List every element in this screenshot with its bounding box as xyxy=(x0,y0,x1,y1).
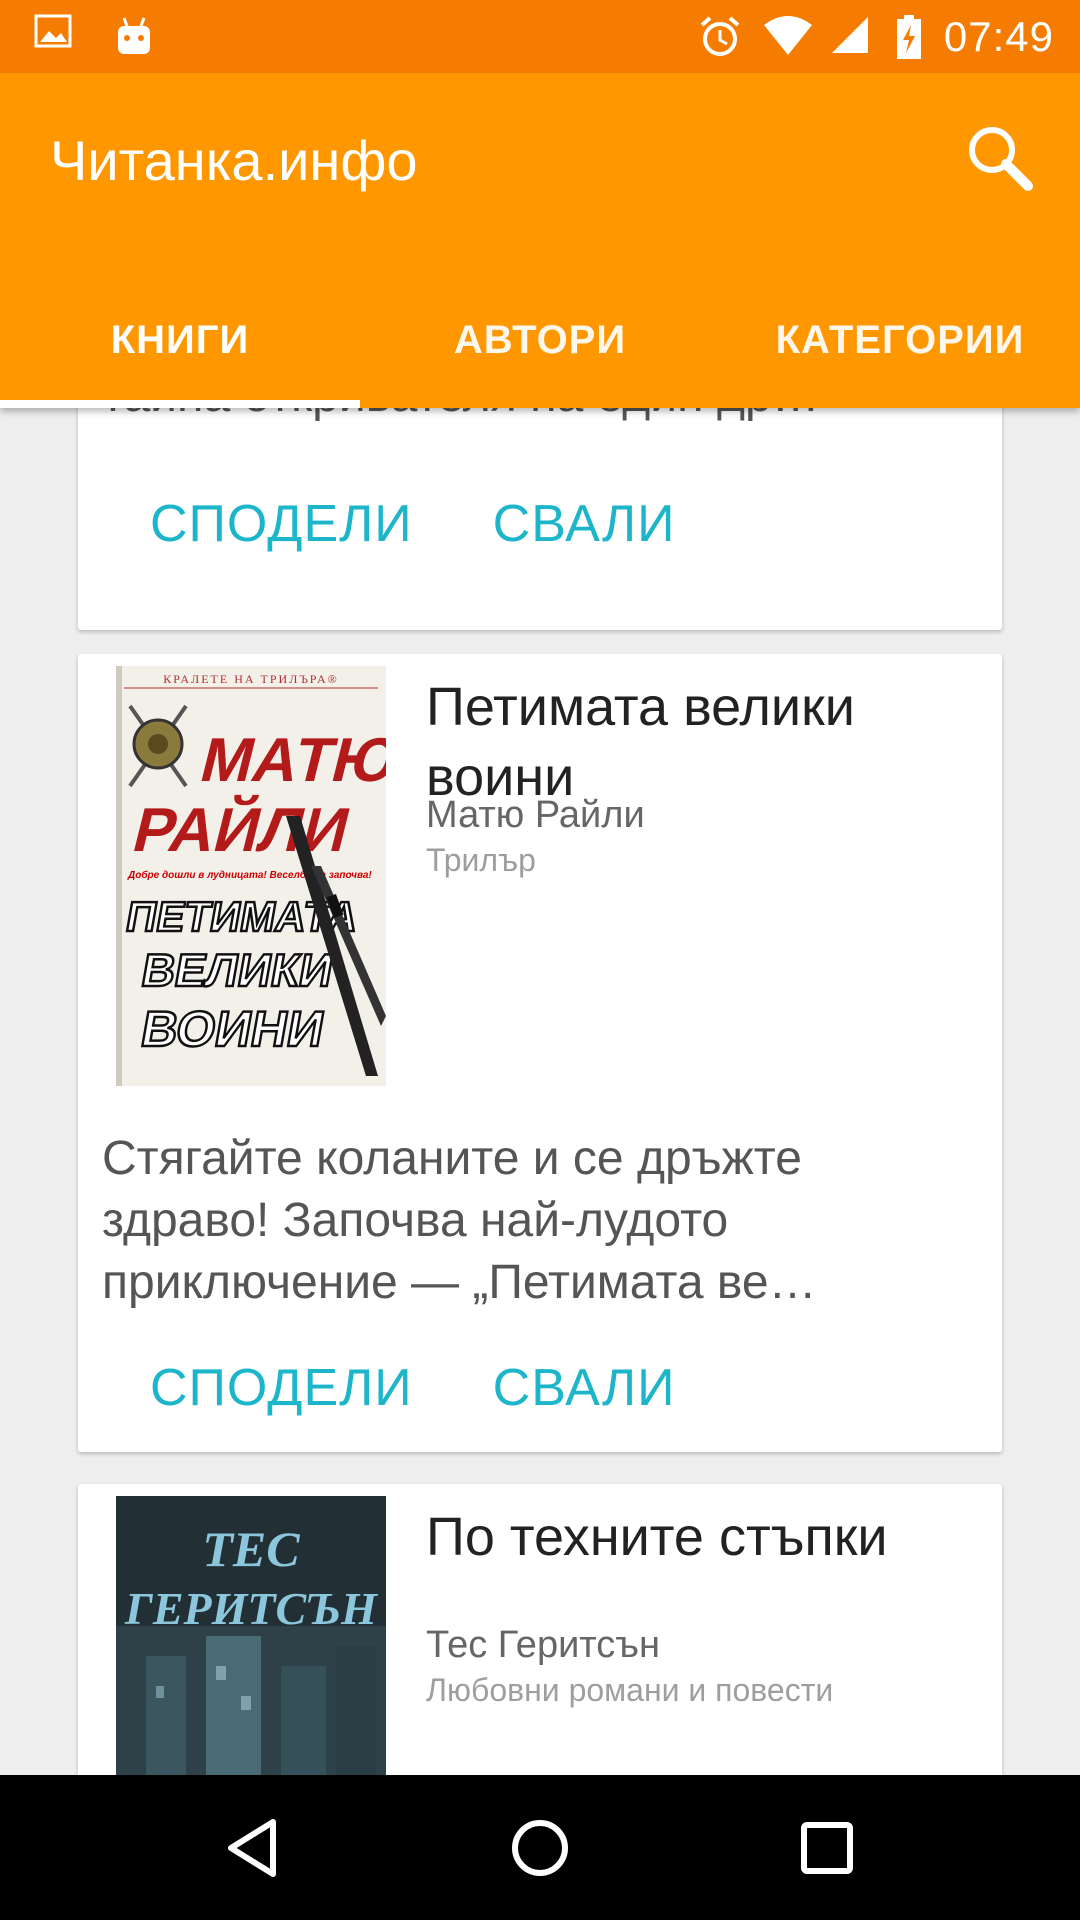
book-card[interactable]: тайна откривателя на един др… СПОДЕЛИ СВ… xyxy=(78,408,1002,630)
navigation-bar xyxy=(0,1775,1080,1920)
status-time: 07:49 xyxy=(943,13,1054,60)
signal-icon xyxy=(830,15,874,59)
tab-books[interactable]: КНИГИ xyxy=(0,273,360,408)
recents-button[interactable] xyxy=(787,1808,867,1888)
cover-author-line2: ГЕРИТСЪН xyxy=(124,1583,378,1634)
book-author: Матю Райли xyxy=(426,794,645,836)
tab-authors[interactable]: АВТОРИ xyxy=(360,273,720,408)
recents-icon xyxy=(800,1821,853,1874)
tab-books-label: КНИГИ xyxy=(110,318,250,362)
alarm-icon xyxy=(698,15,742,59)
tab-authors-label: АВТОРИ xyxy=(453,318,627,362)
cover-title-line2: ВЕЛИКИ xyxy=(138,944,337,996)
book-cover[interactable]: КРАЛЕТЕ НА ТРИЛЪРА® МАТЮ РАЙЛИ Добре дош… xyxy=(116,666,386,1086)
tab-indicator xyxy=(0,400,360,408)
book-title: Петимата велики воини xyxy=(426,677,855,807)
back-icon xyxy=(228,1818,277,1877)
home-button[interactable] xyxy=(500,1808,580,1888)
wifi-icon xyxy=(763,15,812,59)
app-bar: Читанка.инфо КНИГИ АВТОРИ КАТЕГОРИИ xyxy=(0,73,1080,408)
cover-author-line2: РАЙЛИ xyxy=(126,795,357,865)
download-button[interactable]: СВАЛИ xyxy=(493,494,676,554)
cover-author-line1: МАТЮ xyxy=(194,726,386,795)
tab-categories[interactable]: КАТЕГОРИИ xyxy=(720,273,1080,408)
cover-title-line3: ВОИНИ xyxy=(137,1000,329,1057)
book-title: По техните стъпки xyxy=(426,1507,888,1567)
cover-series: КРАЛЕТЕ НА ТРИЛЪРА® xyxy=(163,672,338,686)
back-button[interactable] xyxy=(213,1808,293,1888)
tab-bar: КНИГИ АВТОРИ КАТЕГОРИИ xyxy=(0,273,1080,408)
book-card[interactable]: ТЕС ГЕРИТСЪН По техните стъпки Тес Герит… xyxy=(78,1484,1002,1775)
battery-charging-icon xyxy=(896,15,922,59)
share-button[interactable]: СПОДЕЛИ xyxy=(150,494,413,554)
share-button[interactable]: СПОДЕЛИ xyxy=(150,1358,413,1418)
book-description: тайна откривателя на един др… xyxy=(102,408,820,423)
book-category: Любовни романи и повести xyxy=(426,1672,834,1708)
search-icon xyxy=(969,127,1033,191)
android-icon xyxy=(114,14,158,58)
cover-author-line1: ТЕС xyxy=(202,1521,300,1577)
book-list[interactable]: тайна откривателя на един др… СПОДЕЛИ СВ… xyxy=(0,408,1080,1775)
app-title: Читанка.инфо xyxy=(50,129,418,192)
book-cover[interactable]: ТЕС ГЕРИТСЪН xyxy=(116,1496,386,1775)
search-button[interactable] xyxy=(960,118,1040,198)
download-button[interactable]: СВАЛИ xyxy=(493,1358,676,1418)
status-bar: 07:49 xyxy=(0,0,1080,73)
book-author: Тес Геритсън xyxy=(426,1624,661,1666)
cover-tagline: Добре дошли в лудницата! Веселбата започ… xyxy=(127,869,372,881)
book-description: Стягайте коланите и се дръжте здраво! За… xyxy=(102,1132,817,1309)
book-category: Трилър xyxy=(426,842,536,878)
tab-categories-label: КАТЕГОРИИ xyxy=(775,318,1025,362)
image-icon xyxy=(34,14,78,58)
home-icon xyxy=(511,1819,568,1876)
book-card[interactable]: КРАЛЕТЕ НА ТРИЛЪРА® МАТЮ РАЙЛИ Добре дош… xyxy=(78,654,1002,1452)
